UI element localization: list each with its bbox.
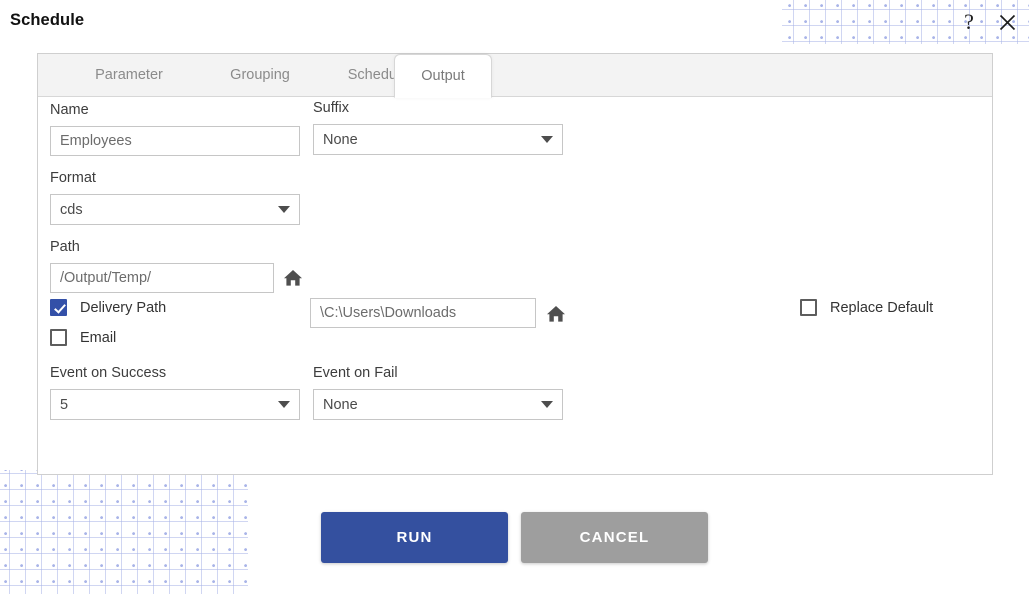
- email-checkbox[interactable]: [50, 329, 67, 346]
- event-on-fail-select[interactable]: None: [313, 389, 563, 420]
- event-on-success-select[interactable]: 5: [50, 389, 300, 420]
- suffix-value: None: [323, 131, 358, 148]
- tab-parameter[interactable]: Parameter: [65, 54, 193, 97]
- event-on-fail-value: None: [323, 396, 358, 413]
- tab-strip: Parameter Grouping Schedule Output: [38, 54, 992, 98]
- replace-default-checkbox-row[interactable]: Replace Default: [800, 299, 933, 316]
- output-form: Name Suffix None Format cds Path Deliver…: [38, 97, 992, 475]
- delivery-path-input[interactable]: [310, 298, 536, 328]
- help-icon[interactable]: ?: [954, 7, 984, 37]
- delivery-path-home-icon[interactable]: [545, 303, 567, 325]
- replace-default-label: Replace Default: [830, 299, 934, 316]
- suffix-select[interactable]: None: [313, 124, 563, 155]
- delivery-path-checkbox-row[interactable]: Delivery Path: [50, 299, 166, 316]
- chevron-down-icon: [541, 136, 553, 143]
- event-on-success-label: Event on Success: [50, 365, 167, 381]
- tab-output[interactable]: Output: [394, 54, 492, 98]
- event-on-success-value: 5: [60, 396, 69, 413]
- format-select[interactable]: cds: [50, 194, 300, 225]
- dialog-header: Schedule ?: [0, 0, 1029, 44]
- event-on-fail-label: Event on Fail: [313, 365, 398, 381]
- chevron-down-icon: [278, 206, 290, 213]
- email-label: Email: [80, 329, 117, 346]
- cancel-button[interactable]: CANCEL: [521, 512, 708, 563]
- name-input[interactable]: [50, 126, 300, 156]
- chevron-down-icon: [278, 401, 290, 408]
- run-button[interactable]: RUN: [321, 512, 508, 563]
- chevron-down-icon: [541, 401, 553, 408]
- suffix-label: Suffix: [313, 100, 350, 116]
- path-input[interactable]: [50, 263, 274, 293]
- format-value: cds: [60, 201, 83, 218]
- delivery-path-checkbox[interactable]: [50, 299, 67, 316]
- close-icon[interactable]: [992, 7, 1022, 37]
- page-title: Schedule: [10, 11, 85, 29]
- email-checkbox-row[interactable]: Email: [50, 329, 116, 346]
- output-settings-panel: Parameter Grouping Schedule Output Name …: [37, 53, 993, 475]
- format-label: Format: [50, 170, 96, 186]
- replace-default-checkbox[interactable]: [800, 299, 817, 316]
- question-mark-glyph: ?: [964, 9, 974, 34]
- delivery-path-label: Delivery Path: [80, 299, 167, 316]
- tab-grouping[interactable]: Grouping: [201, 54, 319, 97]
- path-label: Path: [50, 239, 80, 255]
- path-home-icon[interactable]: [282, 267, 304, 289]
- name-label: Name: [50, 102, 89, 118]
